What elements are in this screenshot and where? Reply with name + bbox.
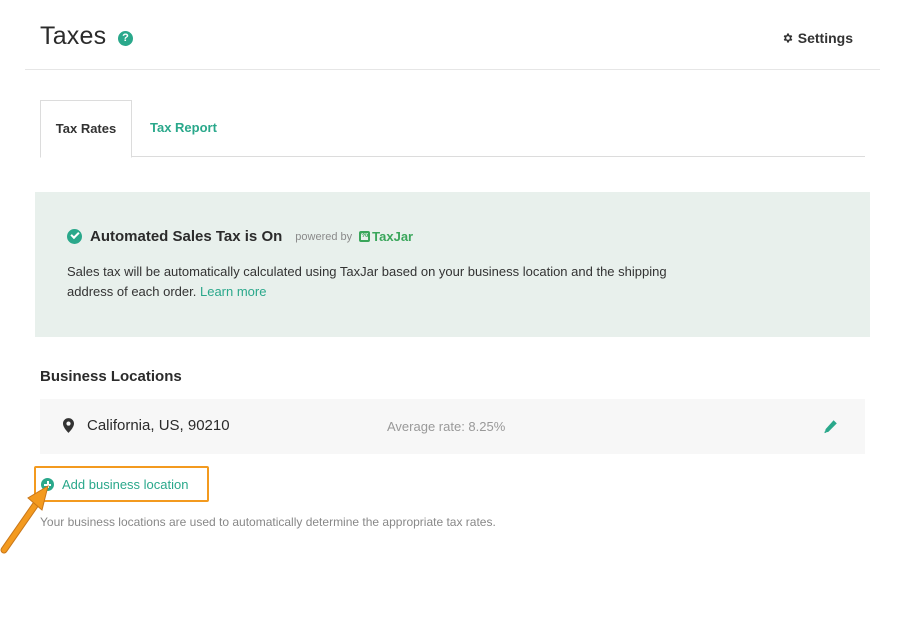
annotation-arrow-icon	[0, 484, 49, 554]
automated-tax-banner: Automated Sales Tax is On powered by Tax…	[35, 192, 870, 337]
page-header: Taxes ? Settings	[25, 0, 880, 70]
check-circle-icon	[67, 229, 82, 244]
banner-header: Automated Sales Tax is On powered by Tax…	[67, 228, 413, 245]
gear-icon	[783, 33, 793, 43]
taxjar-brand: TaxJar	[372, 229, 414, 244]
taxjar-mark-icon	[359, 230, 371, 242]
tab-tax-rates[interactable]: Tax Rates	[40, 100, 132, 158]
add-location-label: Add business location	[62, 477, 189, 492]
add-location-highlight: Add business location	[34, 466, 209, 502]
settings-label: Settings	[797, 30, 853, 46]
page-title: Taxes	[40, 22, 107, 50]
location-row: California, US, 90210 Average rate: 8.25…	[40, 399, 865, 454]
settings-button[interactable]: Settings	[782, 30, 853, 46]
locations-help-text: Your business locations are used to auto…	[40, 515, 496, 529]
tab-bar: Tax Rates Tax Report	[40, 100, 865, 158]
location-name: California, US, 90210	[87, 417, 230, 434]
learn-more-link[interactable]: Learn more	[200, 284, 266, 299]
taxjar-logo: TaxJar	[359, 229, 413, 244]
banner-description: Sales tax will be automatically calculat…	[67, 262, 687, 302]
powered-by-label: powered by	[295, 230, 353, 243]
tab-tax-report[interactable]: Tax Report	[150, 100, 217, 157]
pencil-icon[interactable]	[823, 419, 838, 434]
average-rate: Average rate: 8.25%	[387, 419, 506, 434]
banner-title: Automated Sales Tax is On	[90, 228, 283, 245]
banner-text: Sales tax will be automatically calculat…	[67, 264, 667, 299]
add-business-location-button[interactable]: Add business location	[41, 477, 188, 492]
help-icon[interactable]: ?	[118, 31, 133, 46]
map-pin-icon	[63, 418, 74, 433]
business-locations-heading: Business Locations	[40, 368, 182, 385]
